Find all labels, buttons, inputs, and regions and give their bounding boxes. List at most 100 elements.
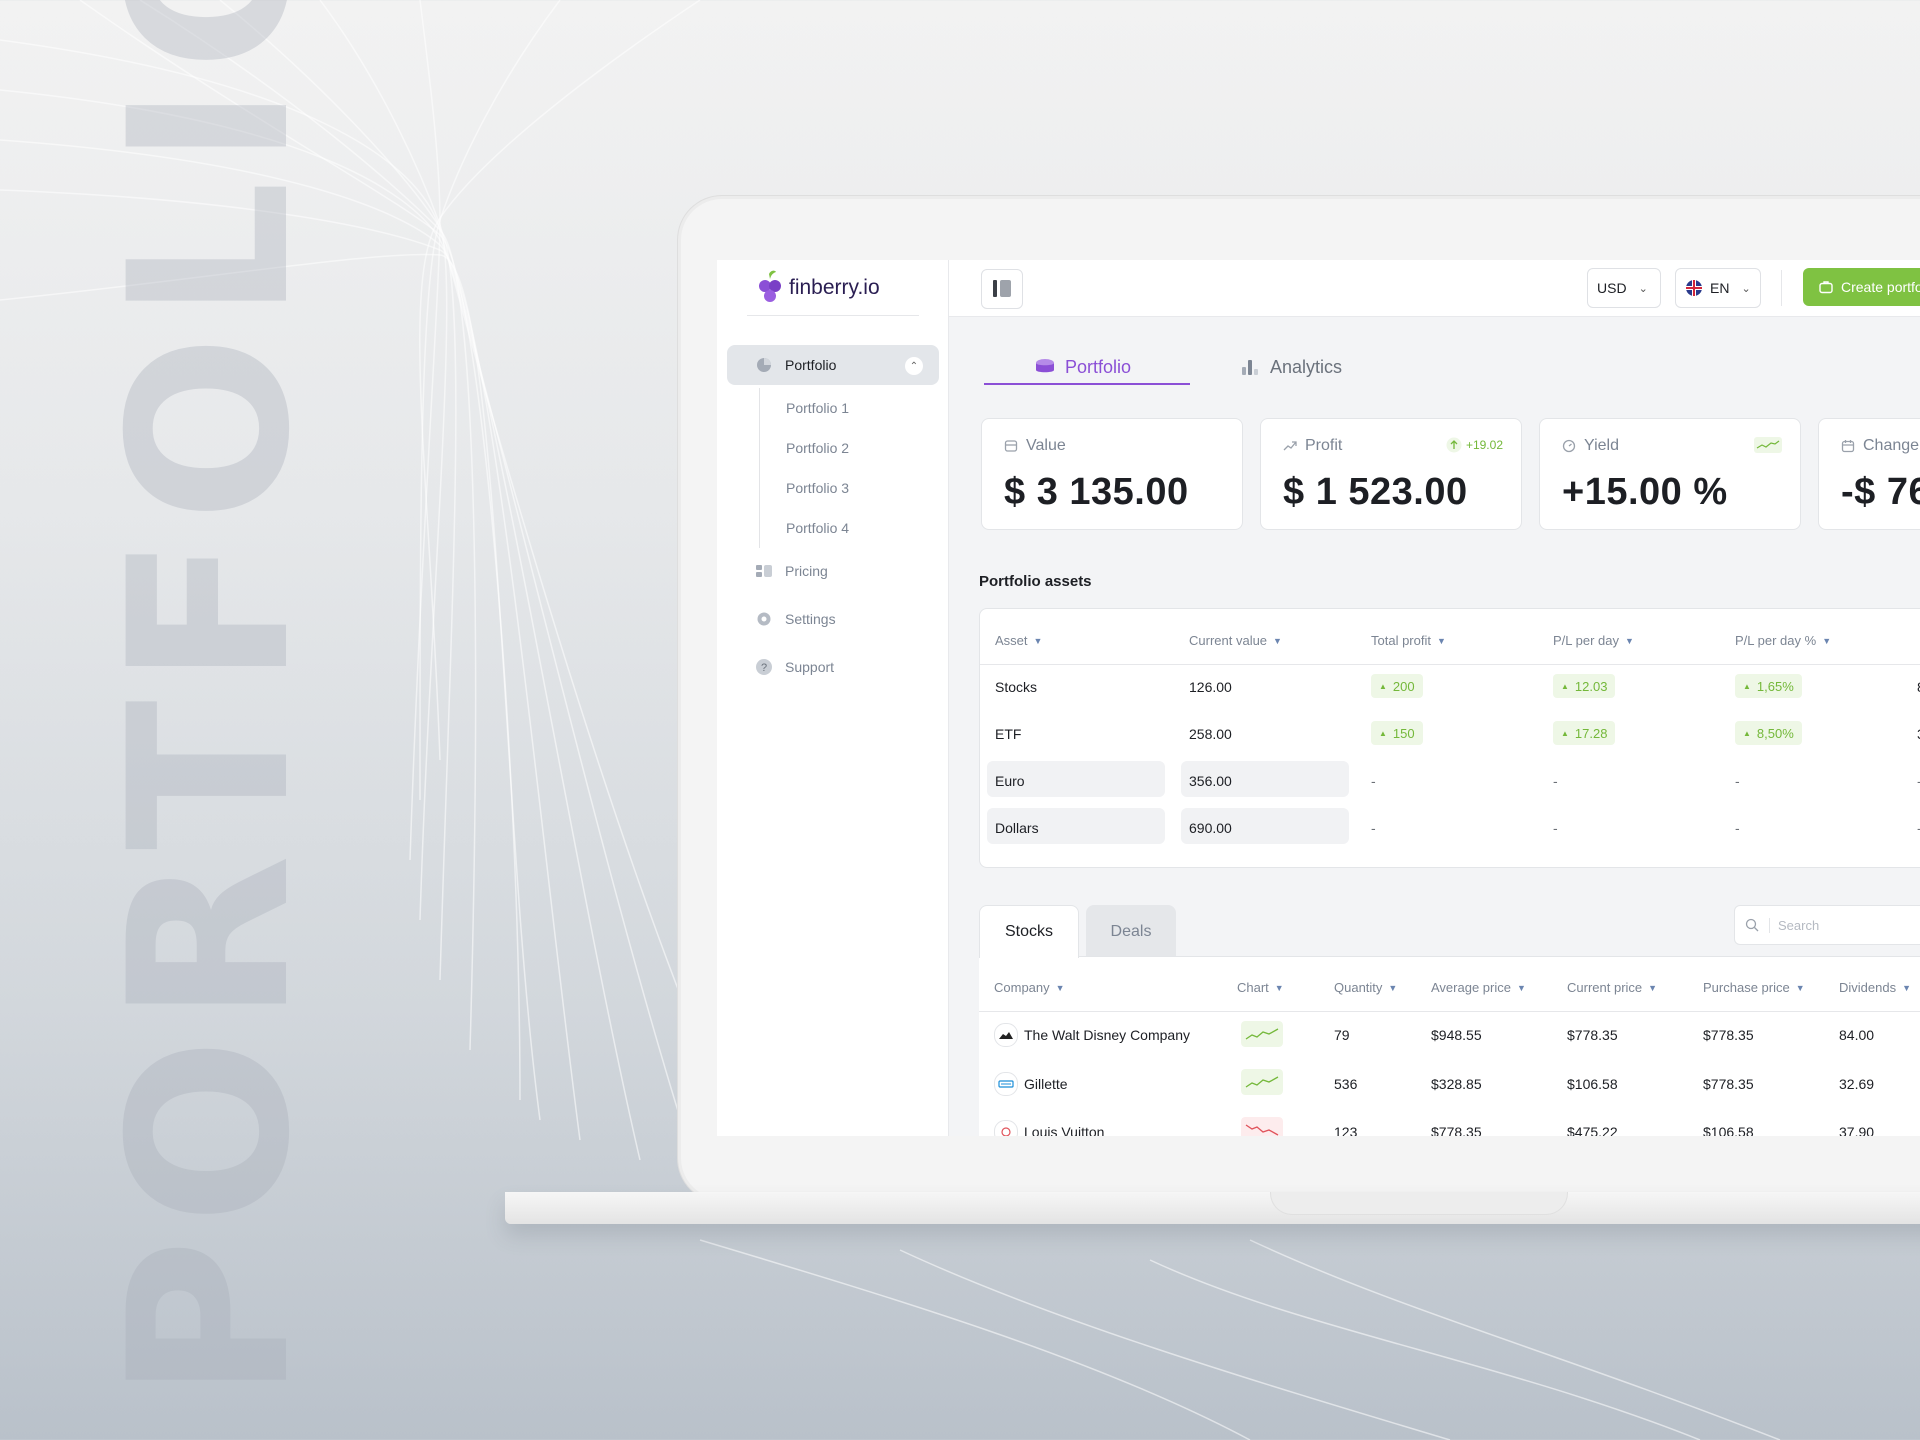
create-portfolio-button[interactable]: Create portfolio — [1803, 268, 1920, 306]
sort-caret-icon: ▼ — [1648, 982, 1658, 993]
bar-chart-icon — [1242, 360, 1258, 375]
language-value: EN — [1710, 280, 1730, 296]
table-cell-pl-day: - — [1553, 773, 1558, 789]
search-input[interactable]: Search — [1734, 905, 1920, 945]
sidebar-subitem-portfolio-1[interactable]: Portfolio 1 — [760, 388, 930, 428]
column-header-dividends[interactable]: Dividends ▼ — [1839, 980, 1911, 995]
card-label: Yield — [1584, 437, 1619, 454]
gillette-logo-icon — [994, 1072, 1018, 1096]
sidebar-item-support[interactable]: ? Support — [755, 655, 935, 679]
card-value: -$ 76 — [1841, 471, 1920, 513]
table-cell-purchase-price: $778.35 — [1703, 1076, 1754, 1092]
brand-logo[interactable]: finberry.io — [755, 270, 880, 306]
sort-caret-icon: ▼ — [1388, 982, 1398, 993]
table-cell-quantity: 536 — [1334, 1076, 1358, 1092]
table-cell-purchase-price: $778.35 — [1703, 1027, 1754, 1043]
sidebar-subitem-portfolio-2[interactable]: Portfolio 2 — [760, 428, 930, 468]
sidebar-item-label: Settings — [785, 611, 836, 627]
tab-stocks[interactable]: Stocks — [979, 905, 1079, 958]
sort-caret-icon: ▼ — [1516, 982, 1526, 993]
language-select[interactable]: EN ⌄ — [1675, 268, 1761, 308]
uk-flag-icon — [1686, 280, 1702, 296]
gear-icon — [757, 612, 771, 626]
sort-caret-icon: ▼ — [1625, 635, 1634, 646]
background-title: PORTFOLIO — [82, 0, 338, 1400]
table-cell-current-price: $778.35 — [1567, 1027, 1618, 1043]
louis-vuitton-logo-icon — [994, 1120, 1018, 1136]
active-tab-indicator — [984, 383, 1190, 385]
berry-icon — [759, 270, 781, 302]
currency-select[interactable]: USD ⌄ — [1587, 268, 1661, 308]
disney-logo-icon — [994, 1023, 1018, 1047]
column-header-pl-day[interactable]: P/L per day ▼ — [1553, 633, 1634, 648]
value-card: Value $ 3 135.00 — [981, 418, 1243, 530]
sort-caret-icon: ▼ — [1033, 635, 1043, 646]
sidebar-item-portfolio[interactable]: Portfolio ⌃ — [727, 345, 939, 385]
arrow-up-icon — [1446, 437, 1462, 453]
table-cell-asset: ETF — [995, 726, 1022, 742]
table-cell-value: 690.00 — [1189, 820, 1232, 836]
trending-up-icon — [1283, 441, 1297, 451]
sidebar-item-settings[interactable]: Settings — [755, 607, 935, 631]
column-header-current-price[interactable]: Current price ▼ — [1567, 980, 1657, 995]
sidebar-subitem-portfolio-4[interactable]: Portfolio 4 — [760, 508, 930, 548]
search-placeholder: Search — [1769, 917, 1819, 933]
card-value: $ 1 523.00 — [1283, 471, 1468, 513]
tab-deals[interactable]: Deals — [1086, 905, 1176, 957]
table-cell-profit: - — [1371, 773, 1376, 789]
table-cell-company[interactable]: Gillette — [1024, 1076, 1068, 1092]
table-cell-purchase-price: $106.58 — [1703, 1124, 1754, 1136]
profit-change-badge: +19.02 — [1446, 437, 1503, 453]
sidebar-item-pricing[interactable]: Pricing — [755, 559, 935, 583]
sidebar-toggle-icon — [993, 280, 997, 297]
column-header-average-price[interactable]: Average price ▼ — [1431, 980, 1526, 995]
top-bar: USD ⌄ EN ⌄ Create portfolio — [949, 260, 1920, 317]
portfolio-assets-table: Asset ▼ Current value ▼ Total profit ▼ P/L … — [979, 608, 1920, 868]
table-cell-current-price: $475.22 — [1567, 1124, 1618, 1136]
currency-value: USD — [1597, 280, 1627, 296]
column-header-total-profit[interactable]: Total profit ▼ — [1371, 633, 1446, 648]
sparkline-up-icon — [1241, 1069, 1283, 1095]
table-cell-pl-pct: - — [1735, 820, 1740, 836]
profit-pill: ▲ 150 — [1371, 721, 1423, 745]
table-cell-quantity: 123 — [1334, 1124, 1358, 1136]
column-header-current-value[interactable]: Current value ▼ — [1189, 633, 1282, 648]
table-cell-average-price: $948.55 — [1431, 1027, 1482, 1043]
tab-label: Portfolio — [1065, 356, 1132, 377]
sort-caret-icon: ▼ — [1436, 635, 1446, 646]
sidebar-subitem-portfolio-3[interactable]: Portfolio 3 — [760, 468, 930, 508]
table-cell-company[interactable]: Louis Vuitton — [1024, 1124, 1104, 1136]
table-cell-average-price: $328.85 — [1431, 1076, 1482, 1092]
column-header-pl-day-pct[interactable]: P/L per day % ▼ — [1735, 633, 1831, 648]
divider — [747, 315, 919, 316]
sidebar-toggle-button[interactable] — [981, 269, 1023, 309]
create-portfolio-label: Create portfolio — [1841, 279, 1920, 295]
chevron-down-icon: ⌄ — [1638, 282, 1648, 295]
pl-pct-pill: ▲ 1,65% — [1735, 674, 1802, 698]
column-header-purchase-price[interactable]: Purchase price ▼ — [1703, 980, 1805, 995]
pl-day-pill: ▲ 17.28 — [1553, 721, 1616, 745]
sparkline-icon — [1754, 437, 1782, 453]
chevron-down-icon: ⌄ — [1741, 282, 1751, 295]
sort-caret-icon: ▼ — [1273, 635, 1282, 646]
table-cell-asset: Stocks — [995, 679, 1038, 695]
box-icon — [1004, 440, 1018, 452]
column-header-chart[interactable]: Chart ▼ — [1237, 980, 1284, 995]
sort-caret-icon: ▼ — [1055, 982, 1065, 993]
table-cell-current-price: $106.58 — [1567, 1076, 1618, 1092]
tab-analytics[interactable]: Analytics — [1240, 352, 1342, 382]
column-header-quantity[interactable]: Quantity ▼ — [1334, 980, 1397, 995]
chevron-up-icon[interactable]: ⌃ — [905, 357, 923, 375]
table-cell-company[interactable]: The Walt Disney Company — [1024, 1027, 1190, 1043]
table-cell-quantity: 79 — [1334, 1027, 1350, 1043]
sparkline-up-icon — [1241, 1021, 1283, 1047]
sparkline-down-icon — [1241, 1117, 1283, 1136]
table-cell-asset: Dollars — [995, 820, 1039, 836]
sidebar: finberry.io Portfolio ⌃ Portfolio 1 Port… — [717, 260, 949, 1136]
column-header-asset[interactable]: Asset ▼ — [995, 633, 1042, 648]
tab-portfolio[interactable]: Portfolio — [1035, 352, 1131, 382]
app-screen: finberry.io Portfolio ⌃ Portfolio 1 Port… — [717, 260, 1920, 1136]
column-header-company[interactable]: Company ▼ — [994, 980, 1065, 995]
table-cell-average-price: $778.35 — [1431, 1124, 1482, 1136]
yield-card: Yield +15.00 % — [1539, 418, 1801, 530]
